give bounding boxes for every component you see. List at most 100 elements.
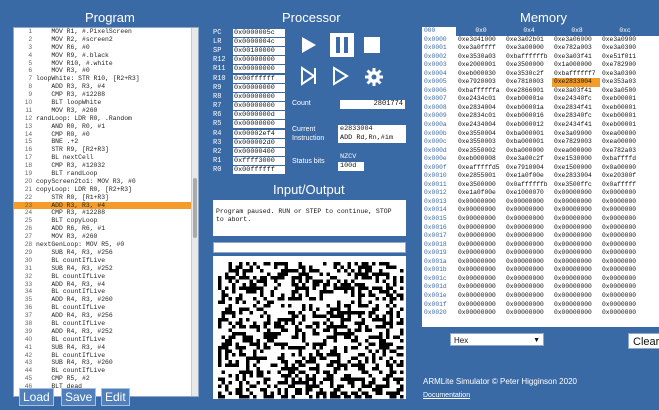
code-line[interactable]: 24 CMP R3, #12288 xyxy=(14,209,198,217)
code-line[interactable]: 43 SUB R4, R3, #260 xyxy=(14,359,198,367)
code-line[interactable]: 16 STR R9, [R2+R3] xyxy=(14,146,198,154)
pixel xyxy=(316,363,320,367)
code-line[interactable]: 27 MOV R3, #260 xyxy=(14,233,198,241)
code-line[interactable]: 6 MOV R3, #0 xyxy=(14,67,198,75)
code-line[interactable]: 7 loopWhite: STR R10, [R2+R3] xyxy=(14,75,198,83)
gear-icon[interactable] xyxy=(364,67,384,87)
save-button[interactable]: Save xyxy=(61,388,97,406)
format-select[interactable]: Hex ▼ xyxy=(450,333,544,346)
code-line[interactable]: 25 BLT copyLoop xyxy=(14,217,198,225)
pixel xyxy=(277,318,281,322)
stop-icon[interactable] xyxy=(362,35,382,55)
pixel xyxy=(239,276,243,280)
pixel xyxy=(288,304,292,308)
code-line[interactable]: 12 randLoop: LDR R0, .Random xyxy=(14,115,198,123)
step-back-icon[interactable] xyxy=(298,66,318,86)
code-line[interactable]: 1 MOV R1, #.PixelScreen xyxy=(14,28,198,36)
code-line[interactable]: 3 MOV R6, #0 xyxy=(14,44,198,52)
register-row: R6 0x0000000d xyxy=(213,111,285,120)
code-text: ADD R6, R6, #1 xyxy=(36,225,106,233)
scrollbar-thumb[interactable] xyxy=(193,178,197,238)
code-line[interactable]: 17 BL nextCell xyxy=(14,154,198,162)
code-line[interactable]: 41 SUB R4, R3, #4 xyxy=(14,344,198,352)
code-line[interactable]: 2 MOV R2, #screen2 xyxy=(14,36,198,44)
pixel xyxy=(295,314,299,318)
memory-cell: 0xe3a0300 xyxy=(602,44,637,52)
program-editor[interactable]: 1 MOV R1, #.PixelScreen 2 MOV R2, #screen… xyxy=(13,27,199,397)
code-line[interactable]: 21 copyLoop: LDR R0, [R2+R3] xyxy=(14,186,198,194)
documentation-link[interactable]: Documentation xyxy=(423,392,470,399)
edit-button[interactable]: Edit xyxy=(101,388,130,406)
code-line[interactable]: 45 CMP R5, #2 xyxy=(14,375,198,383)
code-line[interactable]: 10 BLT loopWhite xyxy=(14,99,198,107)
code-line[interactable]: 20 copyScreen2to1: MOV R3, #0 xyxy=(14,178,198,186)
code-line[interactable]: 5 MOV R10, #.white xyxy=(14,60,198,68)
pause-icon[interactable] xyxy=(330,33,354,57)
pixel xyxy=(358,360,362,364)
pixel xyxy=(281,276,285,280)
code-line[interactable]: 22 STR R0, [R1+R3] xyxy=(14,194,198,202)
code-line[interactable]: 31 SUB R4, R3, #252 xyxy=(14,265,198,273)
code-line[interactable]: 40 BL countIfLive xyxy=(14,336,198,344)
code-line[interactable]: 4 MOV R9, #.black xyxy=(14,52,198,60)
code-line[interactable]: 32 BL countIfLive xyxy=(14,273,198,281)
pixel xyxy=(281,381,285,385)
code-line[interactable]: 8 ADD R3, R3, #4 xyxy=(14,83,198,91)
code-line[interactable]: 36 BL countIfLive xyxy=(14,304,198,312)
run-icon[interactable] xyxy=(298,35,318,55)
pixel xyxy=(260,349,264,353)
instruction-text: ADD Rd,Rn,#im xyxy=(340,134,394,142)
code-line[interactable]: 44 BL countIfLive xyxy=(14,367,198,375)
pixel xyxy=(396,377,400,381)
pixel xyxy=(368,328,372,332)
code-line[interactable]: 34 BL countIfLive xyxy=(14,288,198,296)
memory-address: 0x001e xyxy=(424,291,447,299)
code-line[interactable]: 13 AND R0, R0, #1 xyxy=(14,123,198,131)
code-line[interactable]: 38 BL countIfLive xyxy=(14,320,198,328)
code-line[interactable]: 19 BLT randLoop xyxy=(14,170,198,178)
code-text: BL countIfLive xyxy=(36,319,106,327)
memory-cell: 0x00000000 xyxy=(506,266,544,274)
code-line[interactable]: 33 ADD R4, R3, #4 xyxy=(14,281,198,289)
memory-cell: 0xe782a03 xyxy=(602,146,637,154)
code-line[interactable]: 29 SUB R4, R3, #256 xyxy=(14,249,198,257)
code-text: MOV R1, #.PixelScreen xyxy=(36,28,132,35)
pixel xyxy=(358,314,362,318)
pixel xyxy=(291,321,295,325)
code-line[interactable]: 18 CMP R3, #12032 xyxy=(14,162,198,170)
pixel xyxy=(246,269,250,273)
program-scrollbar[interactable] xyxy=(191,28,198,396)
pixel xyxy=(330,363,334,367)
pixel xyxy=(400,318,404,322)
code-line[interactable]: 15 BNE .+2 xyxy=(14,138,198,146)
code-line[interactable]: 28 nextGenLoop: MOV R5, #0 xyxy=(14,241,198,249)
pixel xyxy=(354,391,358,395)
code-line[interactable]: 14 CMP R0, #0 xyxy=(14,131,198,139)
register-name: R0 xyxy=(213,166,222,175)
code-line-current[interactable]: 23 ADD R3, R3, #4 xyxy=(14,201,198,210)
pixel xyxy=(351,332,355,336)
code-line[interactable]: 11 MOV R3, #260 xyxy=(14,107,198,115)
code-line[interactable]: 9 CMP R3, #12288 xyxy=(14,91,198,99)
pixel xyxy=(235,297,239,301)
code-line[interactable]: 39 ADD R4, R3, #252 xyxy=(14,328,198,336)
code-line[interactable]: 37 ADD R4, R3, #256 xyxy=(14,312,198,320)
pixel xyxy=(239,318,243,322)
line-number: 34 xyxy=(24,288,32,296)
io-input-field[interactable] xyxy=(213,242,406,253)
pixel xyxy=(309,304,313,308)
memory-address: 0x0007 xyxy=(424,95,447,103)
step-icon[interactable] xyxy=(330,66,350,86)
code-line[interactable]: 35 ADD R4, R3, #260 xyxy=(14,296,198,304)
pixel xyxy=(393,377,397,381)
pixel xyxy=(358,286,362,290)
code-line[interactable]: 26 ADD R6, R6, #1 xyxy=(14,225,198,233)
load-button[interactable]: Load xyxy=(19,388,54,406)
pixel xyxy=(291,314,295,318)
memory-page-input[interactable]: 000 xyxy=(422,27,456,36)
memory-cell: 0xe2834c01 xyxy=(458,112,496,120)
clear-button[interactable]: Clear xyxy=(628,333,659,349)
code-line[interactable]: 42 BL countIfLive xyxy=(14,352,198,360)
line-number: 30 xyxy=(24,256,32,264)
code-line[interactable]: 30 BL countIfLive xyxy=(14,257,198,265)
